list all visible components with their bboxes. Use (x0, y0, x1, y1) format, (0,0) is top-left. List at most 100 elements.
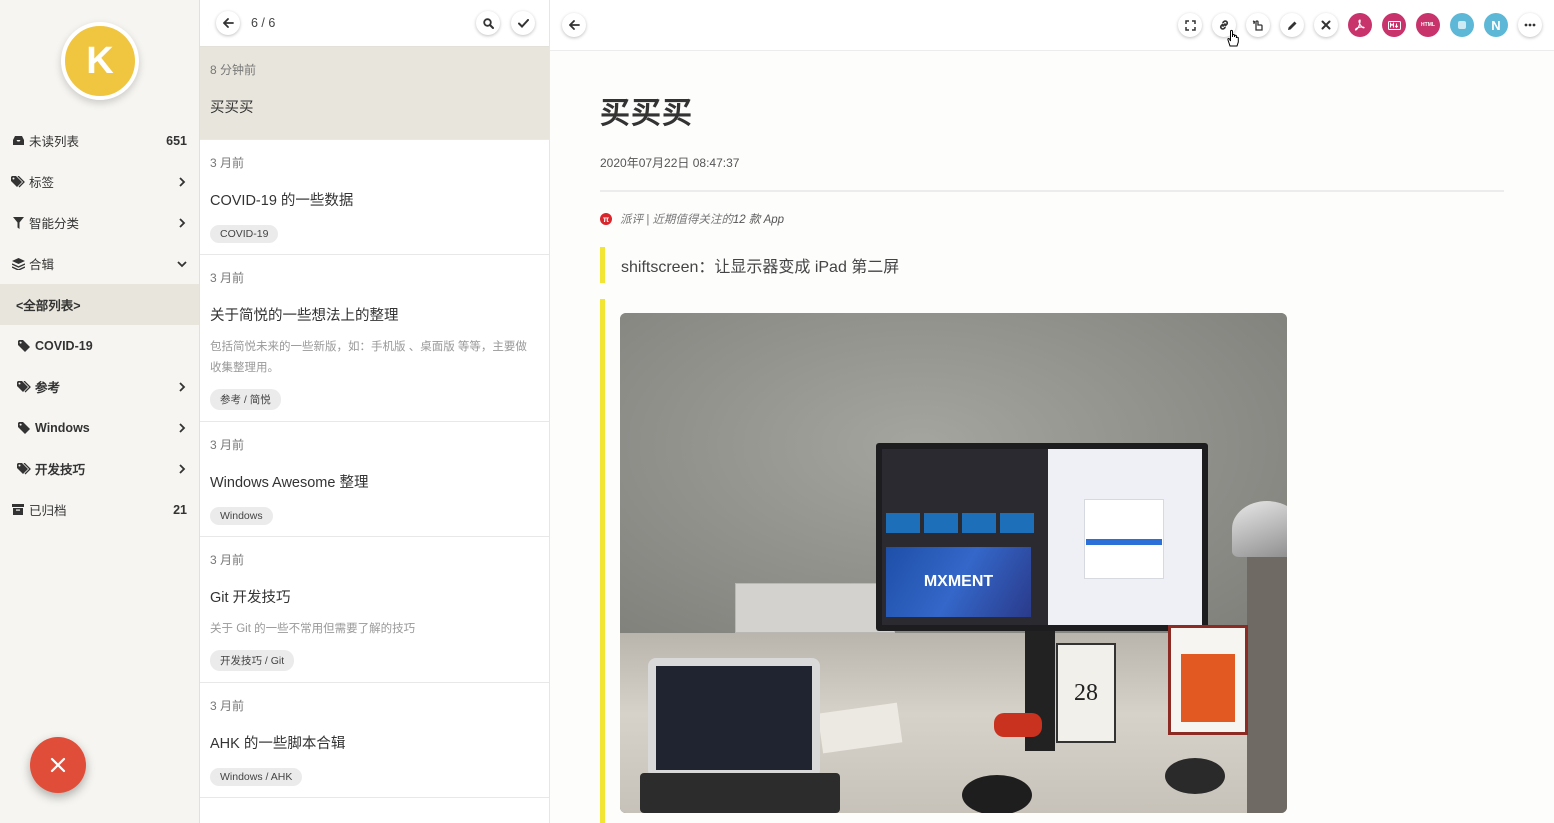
pencil-icon (1287, 21, 1296, 30)
list-item-description: 包括简悦未来的一些新版，如：手机版 、桌面版 等等，主要做收集整理用。 (210, 341, 527, 374)
sidebar-item-covid19[interactable]: COVID-19 (0, 325, 199, 366)
reader-back-button[interactable] (562, 13, 586, 37)
tag-icon (16, 421, 32, 434)
list-item[interactable]: 3 月前 Windows Awesome 整理 Windows (200, 422, 549, 537)
sidebar-nav: 未读列表 651 标签 智能分类 合辑 <全部列表> COVID-19 参考 W… (0, 120, 199, 530)
fullscreen-button[interactable] (1178, 13, 1202, 37)
list-item[interactable]: 3 月前 AHK 的一些脚本合辑 Windows / AHK (200, 683, 549, 798)
source-suffix: 12 款 App (732, 214, 785, 226)
article-title: 买买买 (600, 97, 693, 130)
monitor: MXMENT (876, 443, 1208, 631)
list-item-description: 关于 Git 的一些不常用但需要了解的技巧 (210, 623, 416, 635)
close-reader-button[interactable] (1314, 13, 1338, 37)
list-item-tag[interactable]: 开发技巧 / Git (210, 650, 295, 671)
list-item-time: 3 月前 (210, 271, 245, 285)
list-item-title: 关于简悦的一些想法上的整理 (210, 308, 399, 324)
sidebar-item-collections[interactable]: 合辑 (0, 243, 199, 284)
avatar-letter: K (86, 39, 114, 82)
book (1168, 625, 1248, 735)
ipad (648, 658, 820, 778)
unread-count: 651 (166, 133, 187, 148)
sidebar-item-label: <全部列表> (16, 299, 81, 313)
chevron-right-icon (179, 176, 186, 187)
chevron-right-icon (179, 381, 186, 392)
close-icon (1321, 20, 1331, 30)
sidebar-item-label: 参考 (35, 381, 61, 395)
chevron-right-icon (179, 217, 186, 228)
list-item-tag[interactable]: COVID-19 (210, 225, 279, 243)
desk-calendar: 28 (1056, 643, 1116, 743)
mouse (962, 775, 1032, 813)
close-fab-button[interactable] (30, 737, 86, 793)
list-item[interactable]: 8 分钟前 买买买 (200, 46, 549, 140)
export-pdf-button[interactable] (1348, 13, 1372, 37)
blockquote-text: shiftscreen：让显示器变成 iPad 第二屏 (621, 259, 900, 276)
filter-icon (10, 216, 26, 229)
more-button[interactable] (1518, 13, 1542, 37)
more-icon (1524, 23, 1536, 27)
mxment-logo: MXMENT (886, 547, 1031, 617)
export-notion-button[interactable]: N (1484, 13, 1508, 37)
arrow-left-icon (568, 20, 580, 30)
list-back-button[interactable] (216, 11, 240, 35)
article: 买买买 2020年07月22日 08:47:37 π 派评 | 近期值得关注的 … (600, 88, 1504, 823)
hand-pointer-icon (1252, 20, 1263, 31)
sidebar-item-tags[interactable]: 标签 (0, 161, 199, 202)
article-photo[interactable]: MXMENT 28 (620, 313, 1287, 813)
sidebar-item-unread[interactable]: 未读列表 651 (0, 120, 199, 161)
hand-cursor-icon (1227, 29, 1239, 47)
image-blockquote: MXMENT 28 (600, 299, 1504, 823)
article-list: 6 / 6 8 分钟前 买买买 3 月前 COVID-19 的一些数据 COVI… (200, 0, 550, 823)
export-html-button[interactable]: HTML (1416, 13, 1440, 37)
list-item-title: Git 开发技巧 (210, 590, 291, 606)
close-icon (50, 757, 66, 773)
tag-icon (16, 339, 32, 352)
sidebar-item-label: Windows (35, 420, 90, 435)
list-item-tag[interactable]: Windows (210, 507, 273, 525)
export-markdown-button[interactable] (1382, 13, 1406, 37)
arrow-left-icon (222, 18, 234, 28)
keyboard (640, 773, 840, 813)
sidebar-item-label: COVID-19 (35, 338, 93, 353)
tags-icon (16, 462, 32, 475)
source-prefix: 派评 | 近期值得关注的 (620, 214, 733, 226)
list-item[interactable]: 3 月前 关于简悦的一些想法上的整理 包括简悦未来的一些新版，如：手机版 、桌面… (200, 255, 549, 422)
html-label: HTML (1421, 22, 1435, 28)
search-icon (482, 17, 494, 29)
sidebar-item-label: 标签 (29, 176, 55, 190)
sidebar-item-windows[interactable]: Windows (0, 407, 199, 448)
sidebar-item-all-lists[interactable]: <全部列表> (0, 284, 199, 325)
tags-icon (16, 380, 32, 393)
list-item-title: 买买买 (210, 100, 254, 116)
blockquote: shiftscreen：让显示器变成 iPad 第二屏 (600, 247, 1504, 283)
layers-icon (10, 257, 26, 270)
sidebar-item-archived[interactable]: 已归档 21 (0, 489, 199, 530)
sidebar-item-label: 合辑 (29, 258, 55, 272)
list-select-button[interactable] (511, 11, 535, 35)
article-source[interactable]: π 派评 | 近期值得关注的 12 款 App (600, 211, 1504, 227)
focus-mode-button[interactable] (1246, 13, 1270, 37)
sidebar-item-reference[interactable]: 参考 (0, 366, 199, 407)
sidebar-item-label: 已归档 (29, 504, 67, 518)
sspai-logo-icon: π (600, 213, 612, 225)
pdf-icon (1354, 19, 1365, 31)
list-item-tag[interactable]: Windows / AHK (210, 768, 303, 786)
user-avatar[interactable]: K (61, 22, 139, 100)
chevron-right-icon (179, 422, 186, 433)
list-item-tag[interactable]: 参考 / 简悦 (210, 389, 281, 410)
markdown-icon (1387, 20, 1401, 30)
list-item-title: COVID-19 的一些数据 (210, 193, 354, 209)
list-item-time: 8 分钟前 (210, 63, 257, 77)
list-item[interactable]: 3 月前 Git 开发技巧 关于 Git 的一些不常用但需要了解的技巧 开发技巧… (200, 537, 549, 683)
sidebar-item-dev-tips[interactable]: 开发技巧 (0, 448, 199, 489)
list-search-button[interactable] (476, 11, 500, 35)
reader-pane: HTML N 买买买 2020年07月22日 08:47:37 π 派评 | 近… (550, 0, 1554, 823)
export-service-button[interactable] (1450, 13, 1474, 37)
sidebar-item-smart-categories[interactable]: 智能分类 (0, 202, 199, 243)
inbox-icon (10, 135, 26, 146)
lamp (1232, 501, 1287, 557)
edit-button[interactable] (1280, 13, 1304, 37)
chevron-right-icon (179, 463, 186, 474)
sidebar: K 未读列表 651 标签 智能分类 合辑 <全部列表> COVID-19 参考… (0, 0, 200, 823)
list-item[interactable]: 3 月前 COVID-19 的一些数据 COVID-19 (200, 140, 549, 255)
